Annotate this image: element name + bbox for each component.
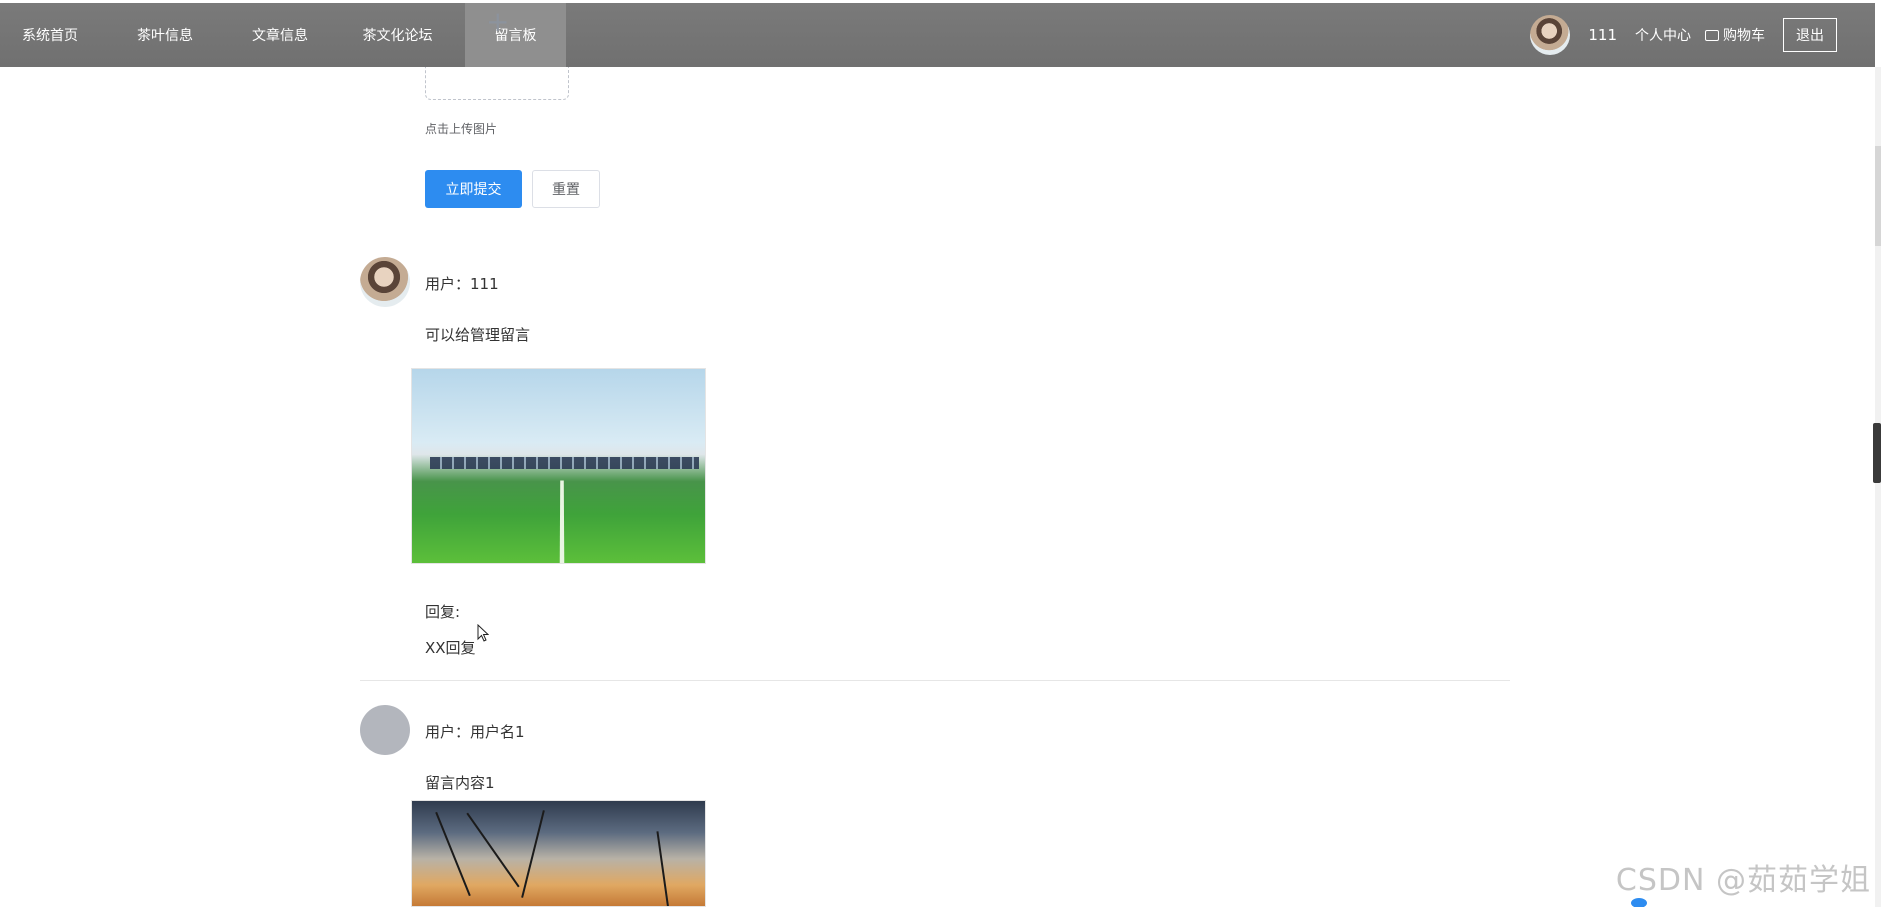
field-photo	[412, 369, 705, 563]
sunset-photo	[412, 801, 705, 906]
top-navigation: 系统首页 茶叶信息 文章信息 茶文化论坛 留言板 111 个人中心 购物车 退出	[0, 3, 1875, 67]
message-image	[411, 368, 706, 564]
message-image	[411, 800, 706, 907]
message-content: 可以给管理留言	[425, 326, 531, 344]
reset-button[interactable]: 重置	[532, 170, 600, 208]
reply-label: 回复:	[425, 603, 461, 621]
message-divider	[360, 680, 1510, 681]
upload-tip: 点击上传图片	[425, 122, 498, 136]
nav-item-articles[interactable]: 文章信息	[230, 3, 330, 67]
nav-username[interactable]: 111	[1588, 26, 1617, 44]
user-avatar[interactable]	[1530, 15, 1571, 55]
reply-text: XX回复	[425, 639, 476, 657]
submit-button[interactable]: 立即提交	[425, 170, 522, 208]
logout-button[interactable]: 退出	[1783, 18, 1837, 52]
nav-item-tea-info[interactable]: 茶叶信息	[100, 3, 230, 67]
personal-center-link[interactable]: 个人中心	[1635, 25, 1691, 45]
cart-link[interactable]: 购物车	[1705, 25, 1765, 45]
message-user: 用户：111	[425, 275, 499, 293]
cart-icon	[1705, 29, 1719, 41]
nav-item-forum[interactable]: 茶文化论坛	[330, 3, 465, 67]
scrollbar-thumb[interactable]	[1875, 146, 1881, 246]
watermark: CSDN @茹茹学姐	[1615, 863, 1871, 898]
nav-item-message-board[interactable]: 留言板	[465, 3, 566, 67]
message-user: 用户：用户名1	[425, 723, 525, 741]
message-avatar	[360, 705, 410, 755]
cart-label: 购物车	[1723, 28, 1765, 44]
nav-menu: 系统首页 茶叶信息 文章信息 茶文化论坛 留言板	[0, 3, 566, 67]
page: + 系统首页 茶叶信息 文章信息 茶文化论坛 留言板 111 个人中心 购物车 …	[0, 0, 1881, 907]
mouse-cursor-icon	[477, 624, 489, 642]
message-content: 留言内容1	[425, 774, 495, 792]
nav-user-area: 111 个人中心 购物车 退出	[1530, 3, 1875, 67]
plus-icon[interactable]: +	[486, 8, 509, 36]
message-avatar	[360, 257, 410, 307]
floating-dot-icon[interactable]	[1631, 898, 1647, 907]
nav-item-home[interactable]: 系统首页	[0, 3, 100, 67]
side-scroll-handle[interactable]	[1873, 423, 1881, 483]
